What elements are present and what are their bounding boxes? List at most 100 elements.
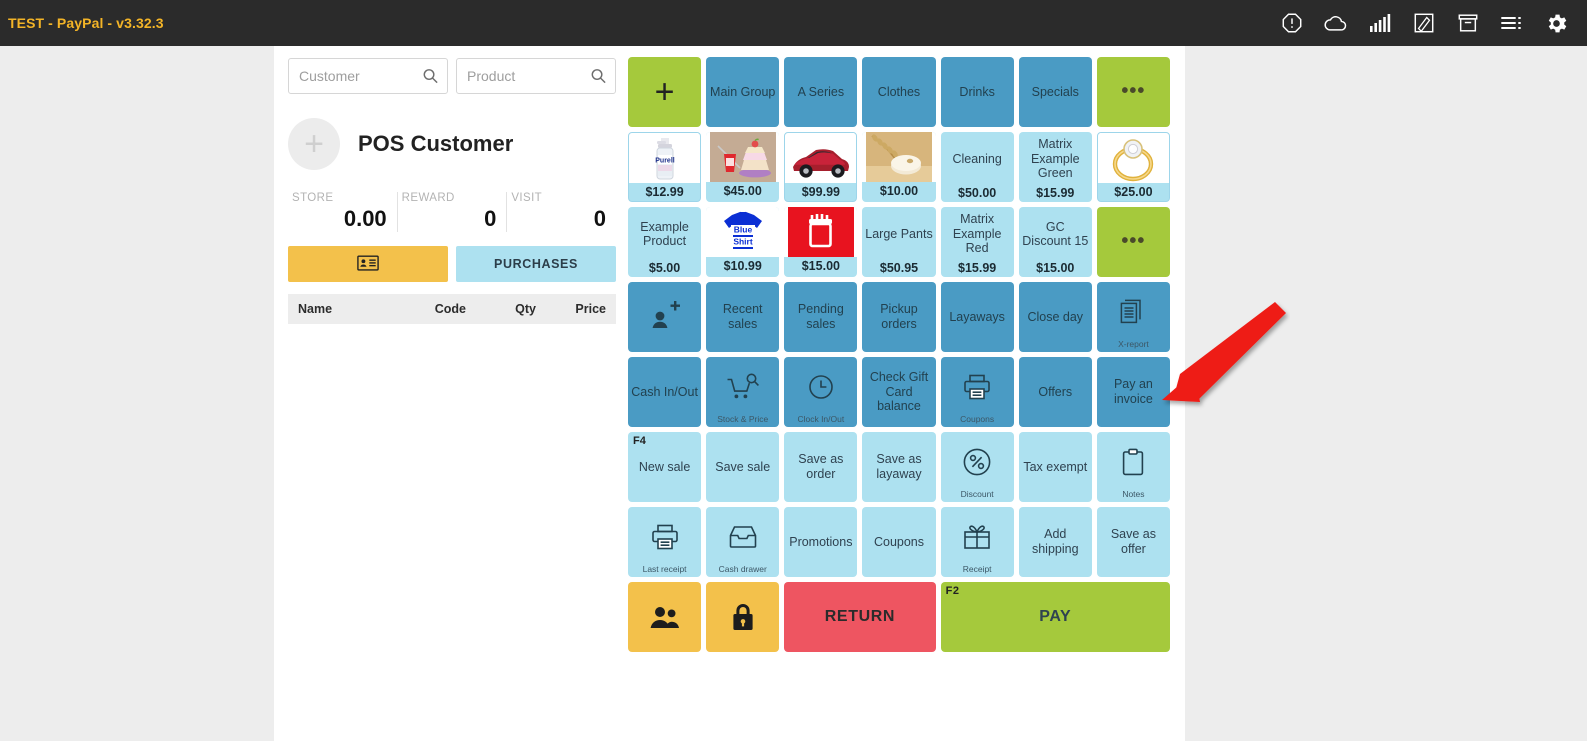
customer-name: POS Customer (358, 131, 514, 156)
product-more-button[interactable]: ••• (1096, 207, 1170, 277)
customer-search-box[interactable] (288, 58, 448, 94)
last-receipt-button[interactable]: Last receipt (628, 507, 702, 577)
product-tile[interactable]: Large Pants $50.95 (862, 207, 936, 277)
search-icon[interactable] (422, 68, 439, 85)
product-search-box[interactable] (456, 58, 616, 94)
group-main-group[interactable]: Main Group (706, 57, 780, 127)
save-sale-button[interactable]: Save sale (706, 432, 780, 502)
pos-button-grid: + Main Group A Series Clothes Drinks Specials… (628, 57, 1170, 652)
group-clothes[interactable]: Clothes (862, 57, 936, 127)
return-button[interactable]: RETURN (784, 582, 936, 652)
pending-sales-button[interactable]: Pending sales (784, 282, 858, 352)
product-tile[interactable]: Matrix Example Green $15.99 (1018, 132, 1092, 202)
group-more-button[interactable]: ••• (1096, 57, 1170, 127)
tile-label: Layaways (949, 309, 1005, 324)
add-customer-button[interactable] (628, 282, 702, 352)
product-tile[interactable]: $10.00 (862, 132, 936, 202)
close-day-button[interactable]: Close day (1018, 282, 1092, 352)
discount-button[interactable]: Discount (940, 432, 1014, 502)
documents-icon (1120, 299, 1146, 325)
tax-exempt-button[interactable]: Tax exempt (1018, 432, 1092, 502)
product-tile[interactable]: $15.00 (784, 207, 858, 277)
product-tile[interactable]: GC Discount 15 $15.00 (1018, 207, 1092, 277)
check-gift-card-balance-button[interactable]: Check Gift Card balance (862, 357, 936, 427)
coupons-print-button[interactable]: Coupons (940, 357, 1014, 427)
product-image (862, 132, 936, 182)
pickup-orders-button[interactable]: Pickup orders (862, 282, 936, 352)
product-tile[interactable]: Matrix Example Red $15.99 (940, 207, 1014, 277)
save-as-offer-button[interactable]: Save as offer (1096, 507, 1170, 577)
product-tile[interactable]: $99.99 (784, 132, 858, 202)
pay-an-invoice-button[interactable]: Pay an invoice (1096, 357, 1170, 427)
clock-in-out-button[interactable]: Clock In/Out (784, 357, 858, 427)
product-tile[interactable]: Example Product $5.00 (628, 207, 702, 277)
svg-text:Purell: Purell (655, 158, 675, 165)
cash-in-out-button[interactable]: Cash In/Out (628, 357, 702, 427)
layaways-button[interactable]: Layaways (940, 282, 1014, 352)
group-a-series[interactable]: A Series (784, 57, 858, 127)
edit-pen-icon[interactable] (1411, 10, 1437, 36)
stat-value: 0 (593, 206, 607, 231)
product-tile[interactable]: $45.00 (706, 132, 780, 202)
product-tile[interactable]: Cleaning $50.00 (940, 132, 1014, 202)
printer-icon (963, 374, 991, 400)
group-specials[interactable]: Specials (1018, 57, 1092, 127)
product-image (706, 132, 780, 182)
stat-visit: VISIT 0 (506, 192, 616, 232)
pay-button[interactable]: F2 PAY (940, 582, 1170, 652)
coupons-button[interactable]: Coupons (862, 507, 936, 577)
signal-bars-icon[interactable] (1367, 10, 1393, 36)
hamburger-menu-icon[interactable] (1499, 10, 1525, 36)
offers-button[interactable]: Offers (1018, 357, 1092, 427)
ellipsis-icon: ••• (1121, 80, 1146, 103)
cloud-icon[interactable] (1323, 10, 1349, 36)
customer-row[interactable]: + POS Customer (288, 118, 616, 170)
purchases-button[interactable]: PURCHASES (456, 246, 616, 282)
topbar-icon-group (1279, 10, 1587, 36)
receipt-gift-button[interactable]: Receipt (940, 507, 1014, 577)
product-tile[interactable]: Purell $12.99 (628, 132, 702, 202)
add-shipping-button[interactable]: Add shipping (1018, 507, 1092, 577)
tile-label: Close day (1027, 309, 1084, 324)
product-price: $50.00 (958, 185, 997, 200)
function-key-label: F4 (633, 435, 646, 447)
product-tile[interactable]: $25.00 (1096, 132, 1170, 202)
tile-label: Save as layaway (876, 452, 922, 481)
stat-value: 0.00 (343, 206, 387, 231)
product-tile[interactable]: Blue Shirt $10.99 (706, 207, 780, 277)
archive-box-icon[interactable] (1455, 10, 1481, 36)
stat-store: STORE 0.00 (288, 192, 397, 232)
users-button[interactable] (628, 582, 702, 652)
tile-label: Offers (1038, 384, 1073, 399)
product-price: $15.99 (1036, 185, 1075, 200)
alert-icon[interactable] (1279, 10, 1305, 36)
cart-table-header: Name Code Qty Price (288, 294, 616, 324)
drawer-icon (729, 525, 757, 549)
avatar[interactable]: + (288, 118, 340, 170)
group-drinks[interactable]: Drinks (940, 57, 1014, 127)
tile-label: Recent sales (722, 302, 763, 331)
cash-drawer-button[interactable]: Cash drawer (706, 507, 780, 577)
product-price: $25.00 (1114, 184, 1153, 199)
gear-icon[interactable] (1543, 10, 1569, 36)
stock-and-price-button[interactable]: Stock & Price (706, 357, 780, 427)
tile-label: New sale (638, 459, 691, 474)
promotions-button[interactable]: Promotions (784, 507, 858, 577)
add-group-button[interactable]: + (628, 57, 702, 127)
tile-label: Promotions (789, 534, 853, 549)
customer-card-button[interactable] (288, 246, 448, 282)
recent-sales-button[interactable]: Recent sales (706, 282, 780, 352)
product-image: Blue Shirt (706, 207, 780, 257)
save-as-order-button[interactable]: Save as order (784, 432, 858, 502)
tile-label: RETURN (824, 607, 896, 625)
x-report-button[interactable]: X-report (1096, 282, 1170, 352)
stat-label: REWARD (401, 192, 455, 204)
customer-action-row: PURCHASES (288, 246, 616, 282)
search-icon[interactable] (590, 68, 607, 85)
clock-icon (808, 374, 834, 400)
tile-label: Add shipping (1031, 527, 1079, 556)
notes-button[interactable]: Notes (1096, 432, 1170, 502)
lock-button[interactable] (706, 582, 780, 652)
new-sale-button[interactable]: F4 New sale (628, 432, 702, 502)
save-as-layaway-button[interactable]: Save as layaway (862, 432, 936, 502)
